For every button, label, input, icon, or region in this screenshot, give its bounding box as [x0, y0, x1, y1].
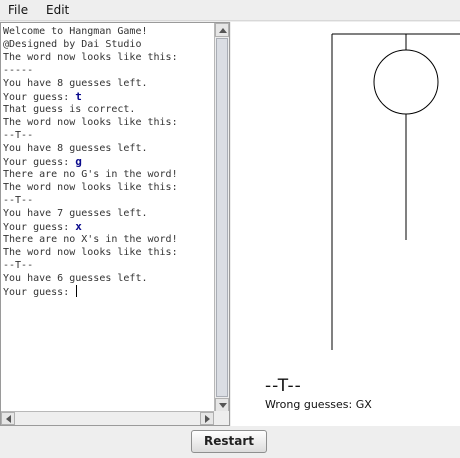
console-line-text: You have 7 guesses left.	[3, 208, 148, 219]
console-line-text: The word now looks like this:	[3, 52, 178, 63]
console-line-text: You have 6 guesses left.	[3, 273, 148, 284]
console-line-text: Your guess:	[3, 287, 76, 298]
gallows-drawing	[331, 33, 460, 350]
console-line-text: The word now looks like this:	[3, 182, 178, 193]
console-line: Your guess: t	[3, 90, 215, 103]
scroll-up-button[interactable]	[215, 23, 229, 37]
console-line-text: Welcome to Hangman Game!	[3, 26, 148, 37]
console-line: You have 8 guesses left.	[3, 77, 215, 90]
console-text-area[interactable]: Welcome to Hangman Game! @Designed by Dai…	[3, 25, 215, 411]
hangman-canvas: --T-- Wrong guesses: GX	[231, 22, 460, 426]
wrong-guesses: Wrong guesses: GX	[265, 398, 372, 411]
console-line-text: You have 8 guesses left.	[3, 143, 148, 154]
console-line-text: -----	[3, 65, 34, 76]
console-line: Your guess: g	[3, 155, 215, 168]
bottom-bar: Restart	[0, 426, 460, 458]
console-line-text: --T--	[3, 195, 34, 206]
menu-edit[interactable]: Edit	[46, 3, 69, 17]
console-line: Your guess: x	[3, 220, 215, 233]
console-line-text: The word now looks like this:	[3, 247, 178, 258]
hangman-head	[373, 49, 439, 115]
scroll-right-button[interactable]	[200, 412, 214, 425]
text-caret	[76, 285, 78, 297]
console-line: --T--	[3, 259, 215, 272]
menu-file[interactable]: File	[8, 3, 28, 17]
scroll-left-button[interactable]	[1, 412, 15, 425]
console-line: -----	[3, 64, 215, 77]
guess-letter: t	[75, 90, 82, 103]
vertical-scrollbar[interactable]	[214, 23, 229, 412]
console-line: You have 7 guesses left.	[3, 207, 215, 220]
restart-button[interactable]: Restart	[191, 430, 267, 453]
console-line: Your guess:	[3, 285, 215, 298]
console-line: You have 6 guesses left.	[3, 272, 215, 285]
console-line: --T--	[3, 129, 215, 142]
console-line-text: --T--	[3, 260, 34, 271]
console-line: The word now looks like this:	[3, 116, 215, 129]
chevron-down-icon	[219, 403, 227, 408]
console-line: --T--	[3, 194, 215, 207]
console-line-text: Your guess:	[3, 222, 76, 233]
console-line-text: There are no G's in the word!	[3, 169, 178, 180]
console-line: Welcome to Hangman Game!	[3, 25, 215, 38]
console-line: That guess is correct.	[3, 103, 215, 116]
guess-letter: g	[75, 155, 82, 168]
word-display: --T--	[265, 376, 302, 396]
console-line: @Designed by Dai Studio	[3, 38, 215, 51]
console-line-text: Your guess:	[3, 157, 76, 168]
chevron-left-icon	[6, 415, 11, 423]
horizontal-scrollbar[interactable]	[1, 411, 214, 425]
vertical-scroll-thumb[interactable]	[216, 38, 228, 397]
wrong-guesses-label: Wrong guesses:	[265, 398, 356, 411]
console-line: You have 8 guesses left.	[3, 142, 215, 155]
menu-bar: File Edit	[0, 0, 460, 21]
console-panel: Welcome to Hangman Game! @Designed by Dai…	[0, 22, 230, 426]
scroll-down-button[interactable]	[215, 398, 229, 412]
console-line: There are no X's in the word!	[3, 233, 215, 246]
guess-letter: x	[75, 220, 82, 233]
console-line-text: There are no X's in the word!	[3, 234, 178, 245]
chevron-up-icon	[219, 28, 227, 33]
console-line: The word now looks like this:	[3, 246, 215, 259]
chevron-right-icon	[205, 415, 210, 423]
console-line-text: That guess is correct.	[3, 104, 136, 115]
scrollbar-corner	[214, 411, 229, 425]
console-line-text: @Designed by Dai Studio	[3, 39, 142, 50]
console-line-text: The word now looks like this:	[3, 117, 178, 128]
console-line: The word now looks like this:	[3, 181, 215, 194]
console-line: There are no G's in the word!	[3, 168, 215, 181]
console-line-text: You have 8 guesses left.	[3, 78, 148, 89]
wrong-guesses-value: GX	[355, 398, 372, 411]
console-line-text: Your guess:	[3, 92, 76, 103]
console-line: The word now looks like this:	[3, 51, 215, 64]
console-line-text: --T--	[3, 130, 34, 141]
